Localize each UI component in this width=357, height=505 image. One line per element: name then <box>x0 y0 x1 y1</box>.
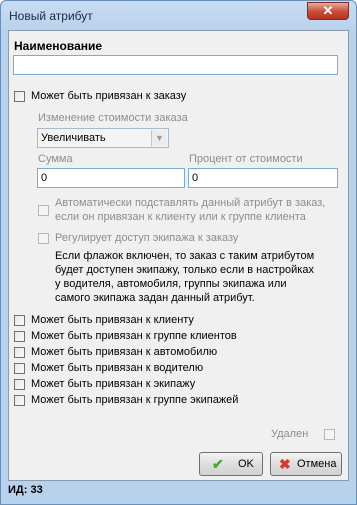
crew-access-checkbox[interactable] <box>38 233 49 244</box>
crew-access-note-line: самого экипажа задан данный атрибут. <box>55 292 255 304</box>
bind-crew-label: Может быть привязан к экипажу <box>31 378 196 390</box>
cancel-button-label: Отмена <box>297 458 337 470</box>
auto-add-checkbox[interactable] <box>38 205 49 216</box>
percent-label: Процент от стоимости <box>189 153 303 165</box>
bind-car-checkbox[interactable] <box>14 347 25 358</box>
name-input[interactable] <box>13 55 338 75</box>
close-button[interactable]: ✕ <box>307 2 349 20</box>
bind-crew-checkbox[interactable] <box>14 379 25 390</box>
cross-icon: ✖ <box>279 456 291 472</box>
check-icon: ✔ <box>212 456 224 472</box>
chevron-down-icon: ▼ <box>151 130 167 146</box>
name-label: Наименование <box>14 39 103 53</box>
bind-client-group-checkbox[interactable] <box>14 331 25 342</box>
window-title: Новый атрибут <box>9 9 93 23</box>
ok-button[interactable]: ✔ OK <box>199 452 263 476</box>
order-checkbox[interactable] <box>14 91 25 102</box>
sum-input-value: 0 <box>41 172 48 184</box>
bind-driver-label: Может быть привязан к водителю <box>31 362 204 374</box>
record-id: ИД: 33 <box>8 484 43 496</box>
price-change-selected: Увеличивать <box>41 132 106 144</box>
bind-client-group-label: Может быть привязан к группе клиентов <box>31 330 237 342</box>
crew-access-note-line: будет доступен экипажу, только если в на… <box>55 264 314 276</box>
crew-access-note-line: у водителя, автомобиля, группы экипажа и… <box>55 278 287 290</box>
bind-crew-group-label: Может быть привязан к группе экипажей <box>31 394 239 406</box>
bind-driver-checkbox[interactable] <box>14 363 25 374</box>
dialog-window: Новый атрибут ✕ Наименование Может быть … <box>0 0 357 505</box>
title-bar: Новый атрибут ✕ <box>1 1 356 31</box>
crew-access-note-line: Если флажок включен, то заказ с таким ат… <box>55 250 315 262</box>
bind-crew-group-checkbox[interactable] <box>14 395 25 406</box>
bind-client-label: Может быть привязан к клиенту <box>31 314 194 326</box>
deleted-checkbox[interactable] <box>324 429 335 440</box>
bind-client-checkbox[interactable] <box>14 315 25 326</box>
status-bar: ИД: 33 <box>8 481 349 499</box>
percent-input[interactable]: 0 <box>188 168 338 188</box>
price-change-label: Изменение стоимости заказа <box>38 112 188 124</box>
dialog-client-area: Наименование Может быть привязан к заказ… <box>8 30 349 481</box>
sum-input[interactable]: 0 <box>37 168 185 188</box>
cancel-button[interactable]: ✖ Отмена <box>270 452 342 476</box>
deleted-label: Удален <box>271 428 309 440</box>
percent-input-value: 0 <box>192 172 199 184</box>
sum-label: Сумма <box>38 153 73 165</box>
price-change-select[interactable]: Увеличивать ▼ <box>37 128 169 148</box>
auto-add-label-line1: Автоматически подставлять данный атрибут… <box>55 197 326 209</box>
close-icon: ✕ <box>322 3 334 18</box>
crew-access-label: Регулирует доступ экипажа к заказу <box>55 232 239 244</box>
crew-access-note: Если флажок включен, то заказ с таким ат… <box>55 249 314 305</box>
ok-button-label: OK <box>238 458 254 470</box>
auto-add-label-line2: если он привязан к клиенту или к группе … <box>55 211 306 223</box>
order-checkbox-label: Может быть привязан к заказу <box>31 90 187 102</box>
bind-car-label: Может быть привязан к автомобилю <box>31 346 218 358</box>
